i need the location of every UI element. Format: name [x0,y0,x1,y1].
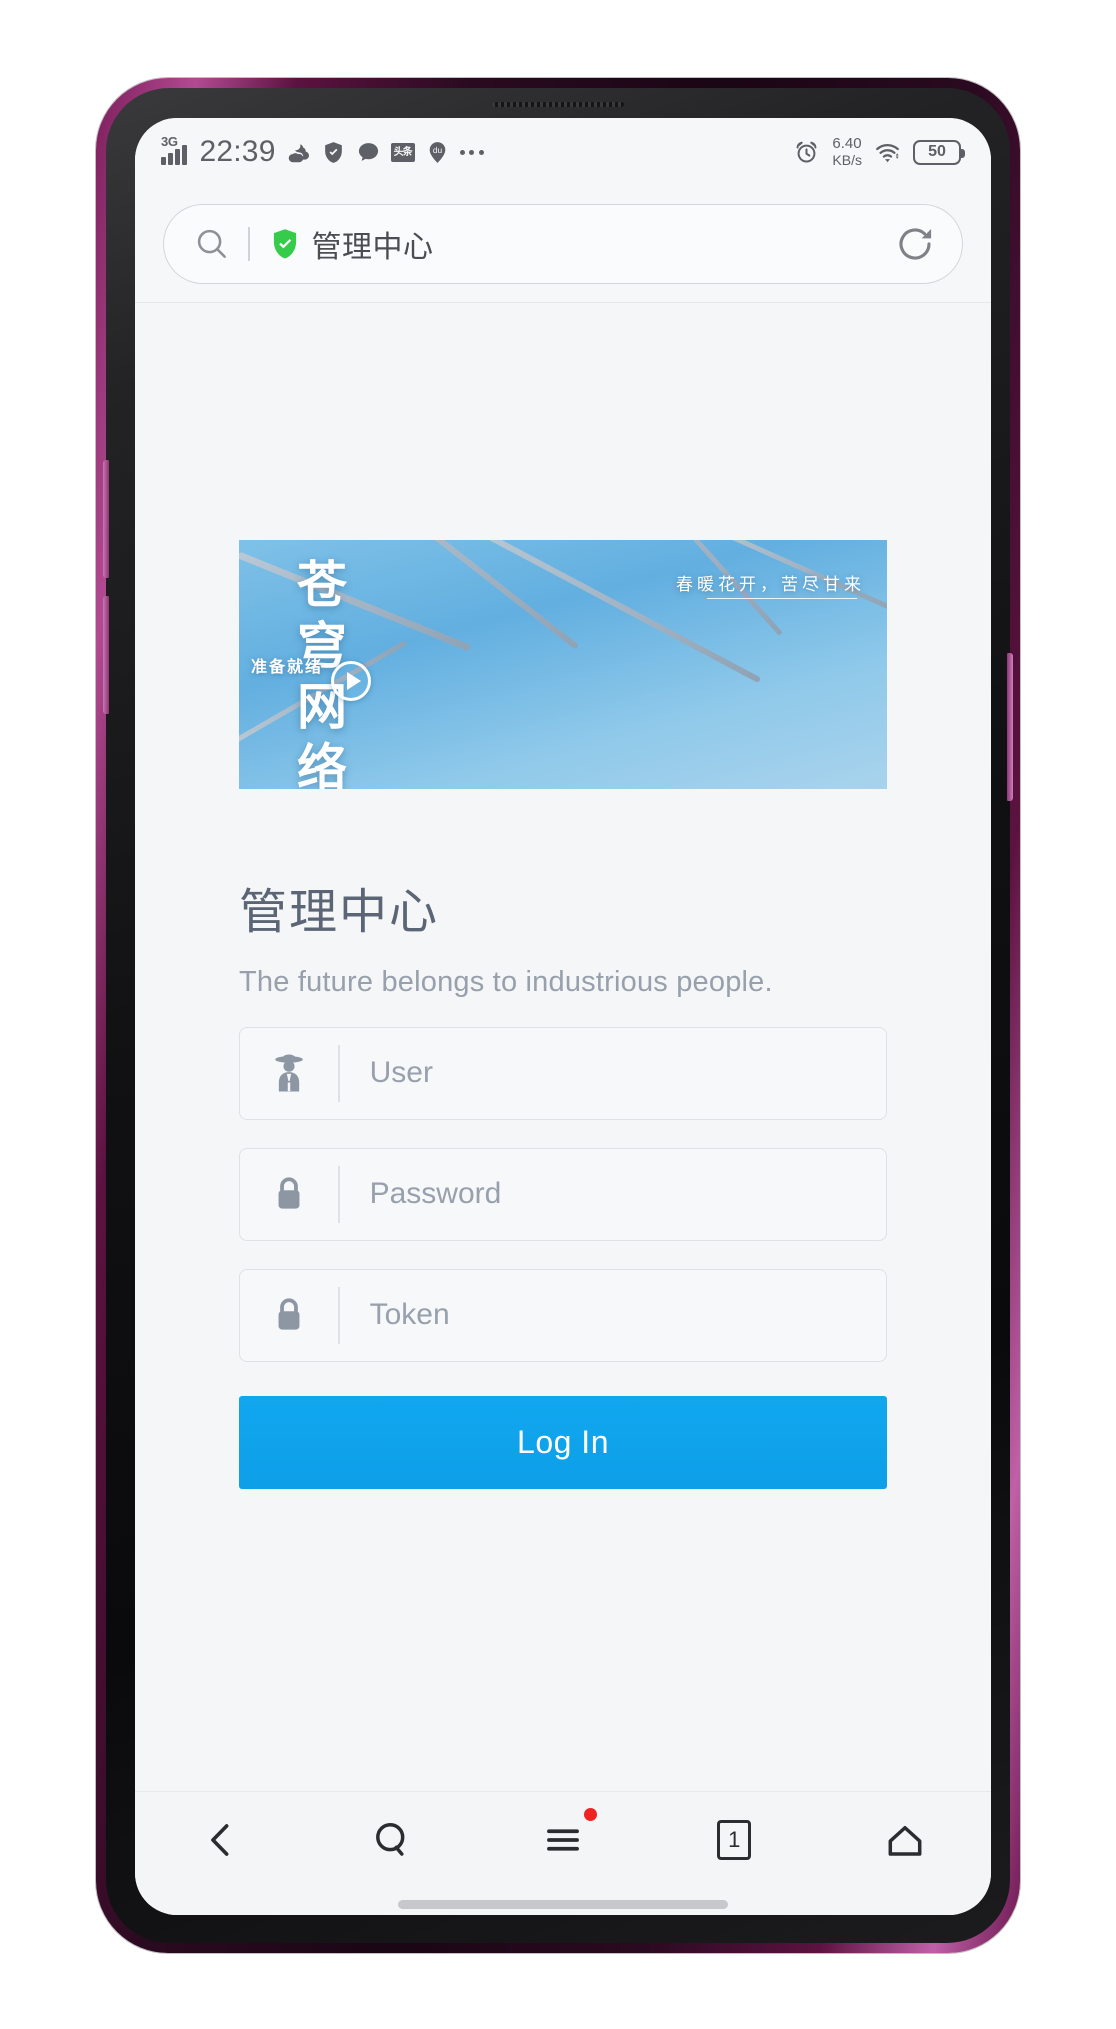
phone-screen: 3G 22:39 头条 du 6.40 KB/s 50 管理中心 苍穹网络 准备… [135,118,991,1915]
banner-tagline: 春暖花开，苦尽甘来 [676,575,865,595]
green-shield-check-icon [270,228,300,260]
banner-subtitle: 准备就绪 [251,657,324,676]
browser-toolbar: 管理中心 [135,186,991,303]
menu-badge-dot [583,1808,597,1821]
web-page-content: 苍穹网络 准备就绪 春暖花开，苦尽甘来 管理中心 The future belo… [135,304,991,1791]
promo-banner[interactable]: 苍穹网络 准备就绪 春暖花开，苦尽甘来 [239,540,887,789]
status-clock: 22:39 [199,135,276,168]
hamburger-menu-icon[interactable] [541,1819,585,1861]
network-speed: 6.40 KB/s [832,135,862,169]
toutiao-icon: 头条 [390,142,415,162]
nav-search-button[interactable] [306,1806,477,1874]
battery-level-label: 50 [928,143,946,160]
more-dots-icon [459,149,484,155]
chevron-left-icon[interactable] [200,1819,242,1861]
baidu-map-icon: du [429,141,445,163]
spy-agent-icon [240,1053,338,1093]
login-button[interactable]: Log In [239,1395,887,1489]
lock-icon [240,1175,338,1213]
weather-cloud-icon [288,143,309,162]
user-field[interactable] [239,1026,887,1120]
status-bar: 3G 22:39 头条 du 6.40 KB/s 50 [135,118,991,186]
power-button[interactable] [1007,653,1013,801]
password-field[interactable] [239,1147,887,1241]
chat-bubble-icon [358,142,378,161]
search-icon[interactable] [371,1819,413,1861]
banner-tagline-rule [707,598,857,599]
status-bar-left: 3G 22:39 头条 du [161,135,794,169]
wifi-icon [876,143,899,162]
network-speed-value: 6.40 [832,135,862,152]
play-icon[interactable] [331,661,371,701]
login-heading: 管理中心 [239,886,440,939]
home-icon[interactable] [883,1819,927,1861]
search-icon[interactable] [194,226,230,262]
nav-menu-button[interactable] [477,1806,648,1874]
network-speed-unit: KB/s [832,152,862,168]
cellular-signal-icon: 3G [161,135,187,165]
network-type-label: 3G [161,134,178,149]
login-section: 管理中心 The future belongs to industrious p… [239,884,887,1489]
address-divider [248,227,250,261]
tab-count-icon[interactable]: 1 [717,1820,752,1860]
volume-up-button[interactable] [103,460,109,578]
shield-icon [324,141,342,163]
password-input[interactable] [339,1148,886,1240]
home-indicator [398,1900,728,1909]
lock-icon [240,1296,338,1334]
token-field[interactable] [239,1268,887,1362]
nav-tabs-button[interactable]: 1 [649,1806,820,1874]
status-bar-right: 6.40 KB/s 50 [794,135,965,169]
login-subheading: The future belongs to industrious people… [239,965,773,998]
alarm-clock-icon [796,141,817,162]
user-input[interactable] [339,1027,886,1119]
token-input[interactable] [339,1269,886,1361]
earpiece-grille [492,102,624,107]
nav-back-button[interactable] [135,1806,306,1874]
svg-text:du: du [432,144,442,154]
volume-down-button[interactable] [103,596,109,714]
phone-bezel: 3G 22:39 头条 du 6.40 KB/s 50 管理中心 苍穹网络 准备… [103,88,1013,1943]
phone-frame: 3G 22:39 头条 du 6.40 KB/s 50 管理中心 苍穹网络 准备… [96,78,1020,1953]
page-title: 管理中心 [311,231,434,264]
nav-home-button[interactable] [820,1806,991,1874]
address-bar[interactable]: 管理中心 [163,204,963,284]
refresh-icon[interactable] [894,223,936,265]
browser-bottom-nav: 1 [135,1791,991,1915]
battery-icon: 50 [913,139,965,165]
